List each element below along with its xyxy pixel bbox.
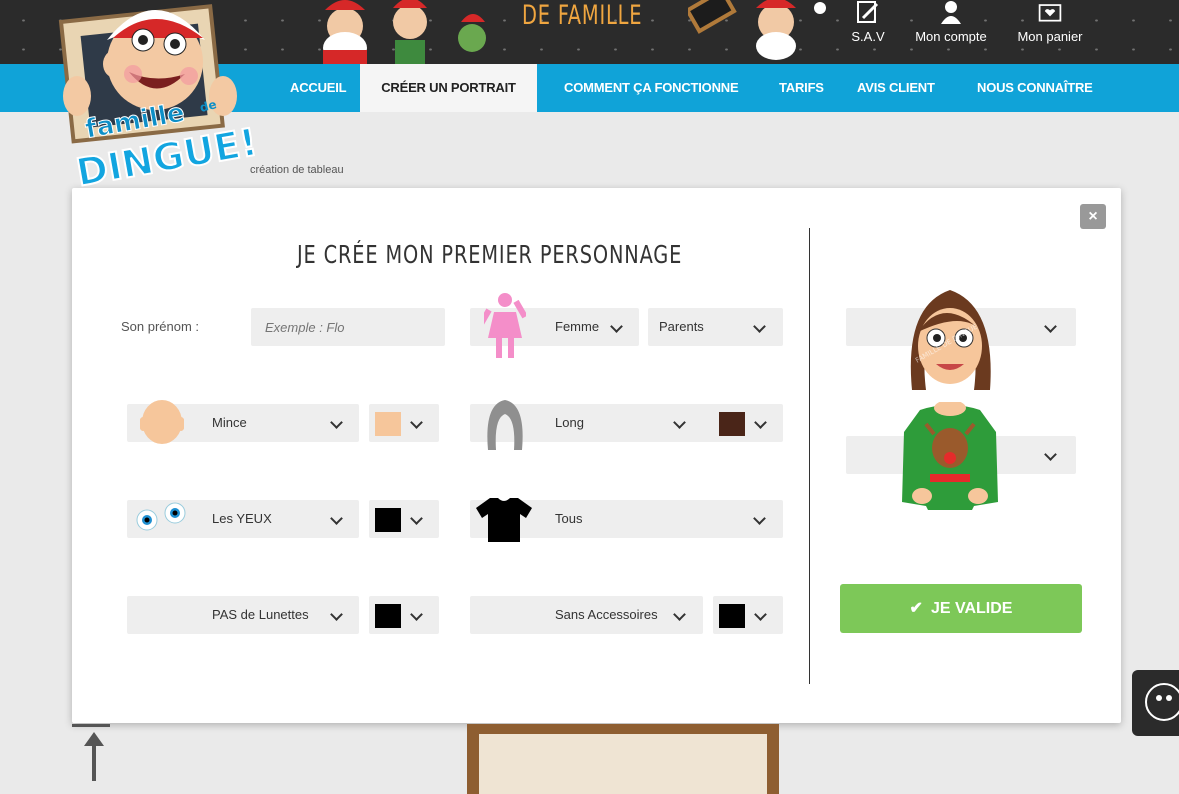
close-button[interactable]: × bbox=[1080, 204, 1106, 229]
chevron-down-icon bbox=[1044, 320, 1057, 333]
header-tagline: DE FAMILLE bbox=[522, 0, 643, 31]
eyes-color-swatch bbox=[375, 508, 401, 532]
skin-color-swatch bbox=[375, 412, 401, 436]
validate-label: JE VALIDE bbox=[930, 600, 1013, 617]
chevron-down-icon bbox=[753, 320, 766, 333]
chevron-down-icon bbox=[410, 608, 423, 621]
canvas-inner bbox=[479, 734, 767, 794]
chevron-down-icon bbox=[673, 416, 686, 429]
chevron-down-icon bbox=[754, 608, 767, 621]
character-body-preview bbox=[902, 402, 998, 510]
sav-label: S.A.V bbox=[851, 29, 885, 44]
eyes-color-select[interactable] bbox=[369, 500, 439, 538]
character-creator-modal: × JE CRÉE MON PREMIER PERSONNAGE Son pré… bbox=[72, 188, 1121, 723]
firstname-input[interactable] bbox=[251, 308, 445, 346]
firstname-label: Son prénom : bbox=[121, 319, 200, 334]
top-value: Tous bbox=[555, 511, 583, 526]
chevron-down-icon bbox=[673, 608, 686, 621]
nav-accueil[interactable]: ACCUEIL bbox=[267, 64, 369, 112]
eyes-select[interactable]: Les YEUX bbox=[127, 500, 359, 538]
hair-color-swatch bbox=[719, 412, 745, 436]
face-shape-icon bbox=[140, 400, 184, 444]
height-arrow-icon bbox=[72, 724, 110, 781]
chevron-down-icon bbox=[330, 512, 343, 525]
chevron-down-icon bbox=[754, 416, 767, 429]
basket-label: Mon panier bbox=[1017, 29, 1083, 44]
accessories-select[interactable]: Sans Accessoires bbox=[470, 596, 703, 634]
body-value: Mince bbox=[212, 415, 247, 430]
hair-value: Long bbox=[555, 415, 584, 430]
chevron-down-icon bbox=[410, 512, 423, 525]
chevron-down-icon bbox=[610, 320, 623, 333]
top-select[interactable]: Tous bbox=[470, 498, 783, 542]
hair-color-select[interactable] bbox=[713, 404, 783, 442]
nav-comment-ca-fonctionne[interactable]: COMMENT ÇA FONCTIONNE bbox=[541, 64, 761, 112]
sav-link[interactable]: S.A.V bbox=[845, 0, 891, 44]
female-silhouette-icon bbox=[484, 293, 526, 358]
accessories-value: Sans Accessoires bbox=[555, 607, 658, 622]
validate-button[interactable]: ✔ JE VALIDE bbox=[840, 584, 1082, 633]
chevron-down-icon bbox=[1044, 448, 1057, 461]
basket-link[interactable]: Mon panier bbox=[1012, 0, 1088, 44]
account-label: Mon compte bbox=[915, 29, 987, 44]
skin-color-select[interactable] bbox=[369, 404, 439, 442]
santa-illustration-left bbox=[323, 0, 486, 64]
basket-icon bbox=[1038, 4, 1062, 22]
glasses-value: PAS de Lunettes bbox=[212, 607, 309, 622]
chat-widget[interactable] bbox=[1132, 670, 1179, 736]
chevron-down-icon bbox=[330, 608, 343, 621]
body-select[interactable]: Mince bbox=[127, 400, 359, 444]
accessories-color-swatch bbox=[719, 604, 745, 628]
site-logo[interactable]: famille de DINGUE! bbox=[55, 0, 275, 195]
divider bbox=[809, 228, 810, 684]
tshirt-icon bbox=[476, 498, 532, 542]
character-head-preview: FAMILLE DE DINGUE bbox=[910, 290, 991, 390]
glasses-color-select[interactable] bbox=[369, 596, 439, 634]
chevron-down-icon bbox=[753, 512, 766, 525]
glasses-color-swatch bbox=[375, 604, 401, 628]
nav-creer-portrait[interactable]: CRÉER UN PORTRAIT bbox=[360, 64, 537, 112]
account-icon bbox=[941, 1, 961, 24]
canvas-frame-preview bbox=[467, 724, 779, 794]
gender-select[interactable]: Femme bbox=[470, 293, 639, 358]
long-hair-icon bbox=[487, 400, 523, 450]
write-icon bbox=[857, 1, 879, 23]
nav-avis-client[interactable]: AVIS CLIENT bbox=[834, 64, 958, 112]
accessories-color-select[interactable] bbox=[713, 596, 783, 634]
chevron-down-icon bbox=[330, 416, 343, 429]
account-link[interactable]: Mon compte bbox=[908, 0, 994, 44]
modal-title: JE CRÉE MON PREMIER PERSONNAGE bbox=[297, 240, 683, 269]
santa-illustration-right bbox=[688, 0, 826, 60]
nav-nous-connaitre[interactable]: NOUS CONNAÎTRE bbox=[954, 64, 1116, 112]
glasses-select[interactable]: PAS de Lunettes bbox=[127, 596, 359, 634]
chevron-down-icon bbox=[410, 416, 423, 429]
gender-value: Femme bbox=[555, 319, 600, 334]
mascot-icon bbox=[1145, 683, 1179, 721]
eyes-icon bbox=[136, 502, 186, 531]
role-select[interactable]: Parents bbox=[648, 308, 783, 346]
role-value: Parents bbox=[659, 319, 704, 334]
check-icon: ✔ bbox=[909, 600, 923, 617]
eyes-value: Les YEUX bbox=[212, 511, 272, 526]
